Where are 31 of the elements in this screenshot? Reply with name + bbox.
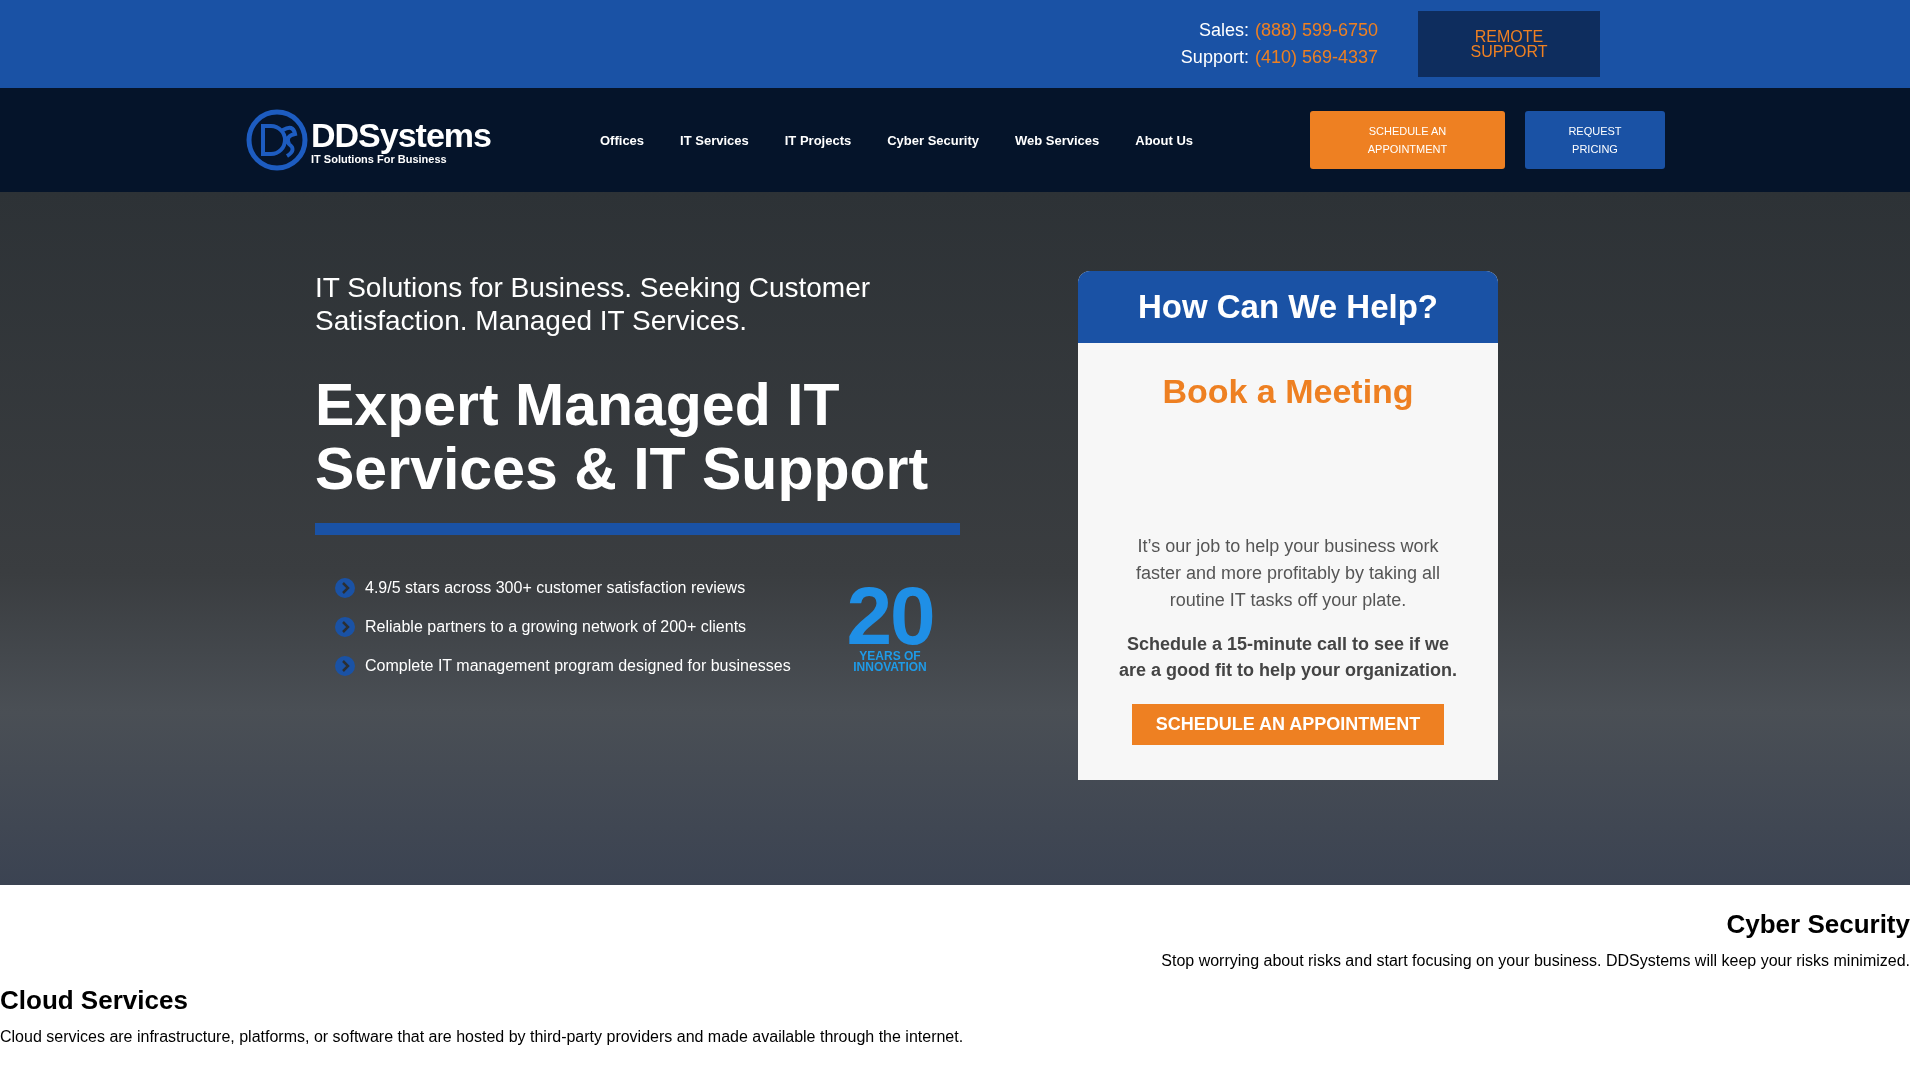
nav-link[interactable]: Offices [600,132,645,148]
card-title: How Can We Help? [1137,288,1439,326]
nav-link[interactable]: Web Services [1014,132,1100,148]
card-text: It’s our job to help your business work faster and more profitably by taking all routine IT tasks off your plate. [1134,535,1442,612]
chevron-circle-icon [335,578,355,598]
section-text: Stop worrying about risks and start focusing on your business. DDSystems will keep your risks minimized. [1161,951,1910,971]
contact-label: Support: [1180,47,1249,68]
logo-name: DDSystems [311,115,491,155]
section-title: Cloud Services [0,985,188,1015]
feature-text: Reliable partners to a growing network of 200+ clients [365,617,747,637]
section-text: Cloud services are infrastructure, platforms, or software that are hosted by third-party providers and made available through the internet. [0,1027,964,1047]
nav-link[interactable]: Cyber Security [887,132,979,148]
card-subtitle: Book a Meeting [1162,371,1414,412]
feature-text: Complete IT management program designed for businesses [365,656,791,676]
circle-logo-icon [245,108,309,172]
pricing-button[interactable]: REQUEST PRICING [1525,111,1665,169]
section-title: Cyber Security [1726,909,1910,939]
nav-link[interactable]: About Us [1135,132,1194,148]
hero-title: Expert Managed IT Services & IT Support [315,373,930,501]
nav-link[interactable]: IT Projects [784,132,852,148]
nav-link[interactable]: IT Services [680,132,749,148]
logo-tagline: IT Solutions For Business [311,153,447,165]
feature-text: 4.9/5 stars across 300+ customer satisfaction reviews [365,578,746,598]
badge-number: 20 [846,581,934,651]
badge-caption: YEARS OF INNOVATION [852,651,928,673]
contact-label: Sales: [1198,20,1249,41]
chevron-circle-icon [335,656,355,676]
hero-subtitle: IT Solutions for Business. Seeking Customer Satisfaction. Managed IT Services. [315,271,872,337]
card-bold-text: Schedule a 15-minute call to see if we are a good fit to help your organization. [1118,633,1458,682]
chevron-circle-icon [335,617,355,637]
remote-support-button[interactable]: REMOTE SUPPORT [1418,11,1600,77]
